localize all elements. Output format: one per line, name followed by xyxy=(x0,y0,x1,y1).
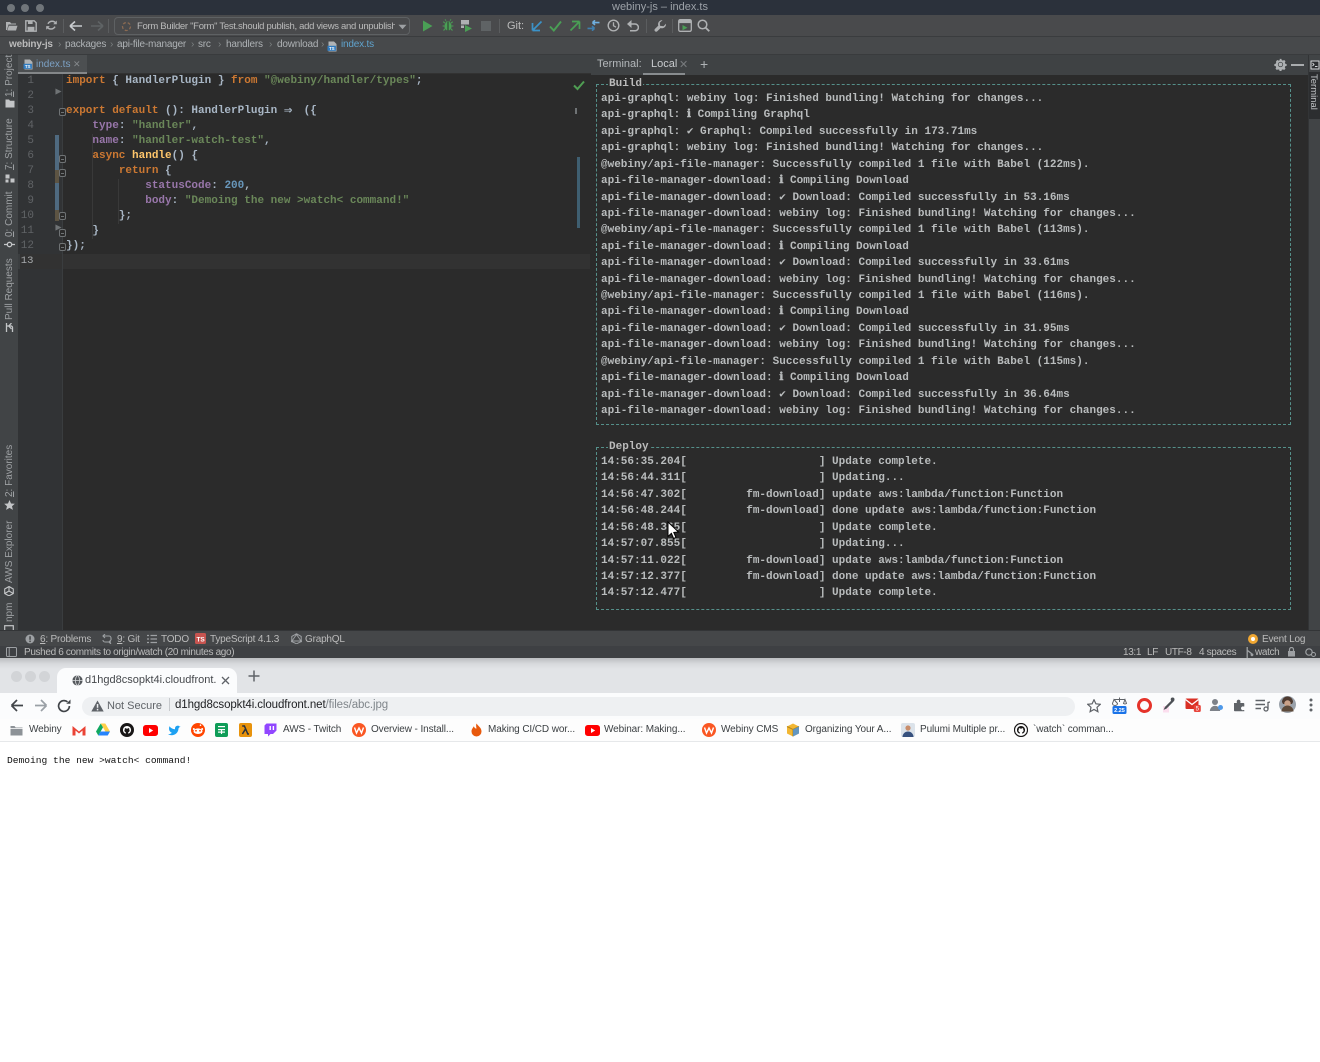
svg-text:TS: TS xyxy=(197,636,206,643)
svg-text:2.25: 2.25 xyxy=(1114,708,1125,714)
svg-text:TS: TS xyxy=(25,64,31,69)
svg-text:TS: TS xyxy=(329,46,335,51)
